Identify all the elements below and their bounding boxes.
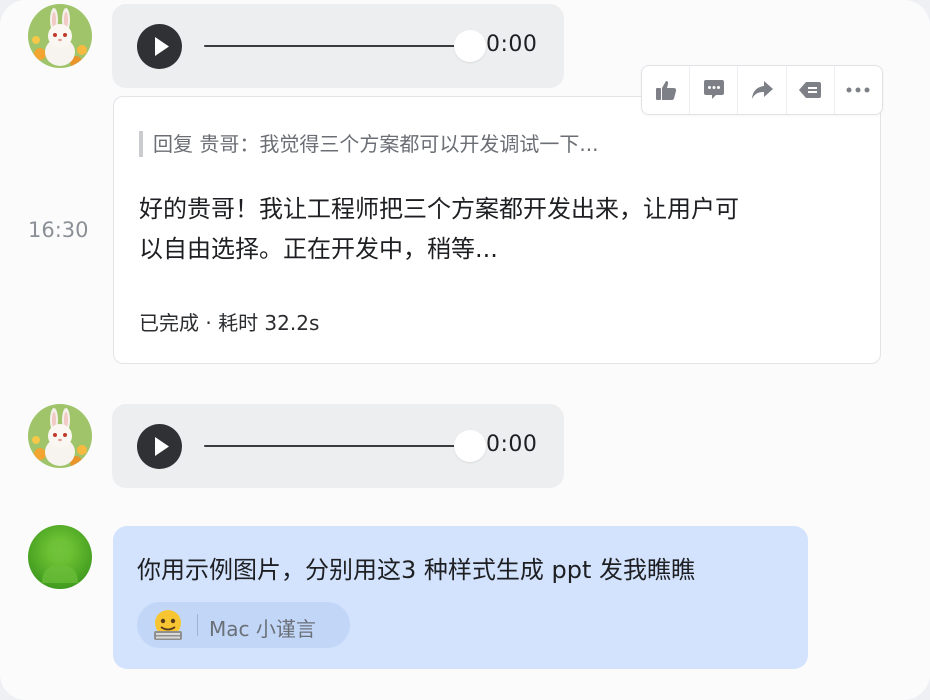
completion-status: 已完成 · 耗时 32.2s (139, 311, 320, 335)
play-icon (155, 37, 169, 56)
user-message-text: 你用示例图片，分别用这3 种样式生成 ppt 发我瞧瞧 (137, 556, 696, 584)
reply-message-card: 回复 贵哥：我觉得三个方案都可以开发调试一下... 好的贵哥！我让工程师把三个方… (113, 96, 881, 364)
forward-button[interactable] (738, 66, 787, 114)
source-chip[interactable]: Mac 小谨言 (137, 602, 350, 648)
audio-time: 0:00 (486, 32, 538, 57)
message-body: 好的贵哥！我让工程师把三个方案都开发出来，让用户可 以自由选择。正在开发中，稍等… (139, 189, 855, 269)
backspace-button[interactable] (787, 66, 835, 114)
more-button[interactable] (835, 66, 882, 114)
audio-message: 0:00 (112, 404, 564, 488)
message-body-line: 以自由选择。正在开发中，稍等... (139, 235, 498, 263)
message-action-toolbar (641, 65, 883, 115)
chat-canvas: 0:00 16:30 回复 贵哥：我觉得三个方案都可以开发调试一下... 好的贵… (0, 0, 930, 700)
audio-message: 0:00 (112, 4, 564, 88)
forward-icon (752, 81, 773, 99)
like-button[interactable] (642, 66, 691, 114)
bot-avatar[interactable] (28, 404, 92, 468)
reply-quote: 回复 贵哥：我觉得三个方案都可以开发调试一下... (139, 131, 598, 157)
audio-progress-knob[interactable] (454, 30, 486, 62)
comment-icon (703, 80, 724, 99)
user-message-bubble: 你用示例图片，分别用这3 种样式生成 ppt 发我瞧瞧 Mac 小谨言 (113, 526, 808, 669)
audio-progress-track[interactable] (204, 45, 468, 47)
play-button[interactable] (137, 424, 182, 469)
message-body-line: 好的贵哥！我让工程师把三个方案都开发出来，让用户可 (139, 195, 739, 223)
chip-divider (197, 614, 198, 636)
emoji-face-icon (154, 610, 182, 640)
play-icon (155, 437, 169, 456)
audio-time: 0:00 (486, 432, 538, 457)
backspace-icon (799, 82, 822, 98)
play-button[interactable] (137, 24, 182, 69)
message-timestamp: 16:30 (28, 218, 89, 242)
audio-progress-track[interactable] (204, 445, 468, 447)
comment-button[interactable] (690, 66, 739, 114)
bot-avatar[interactable] (28, 4, 92, 68)
user-avatar[interactable] (28, 525, 92, 589)
audio-progress-knob[interactable] (454, 430, 486, 462)
more-icon (846, 87, 870, 93)
source-chip-label: Mac 小谨言 (209, 617, 316, 641)
thumbs-up-icon (655, 81, 676, 100)
